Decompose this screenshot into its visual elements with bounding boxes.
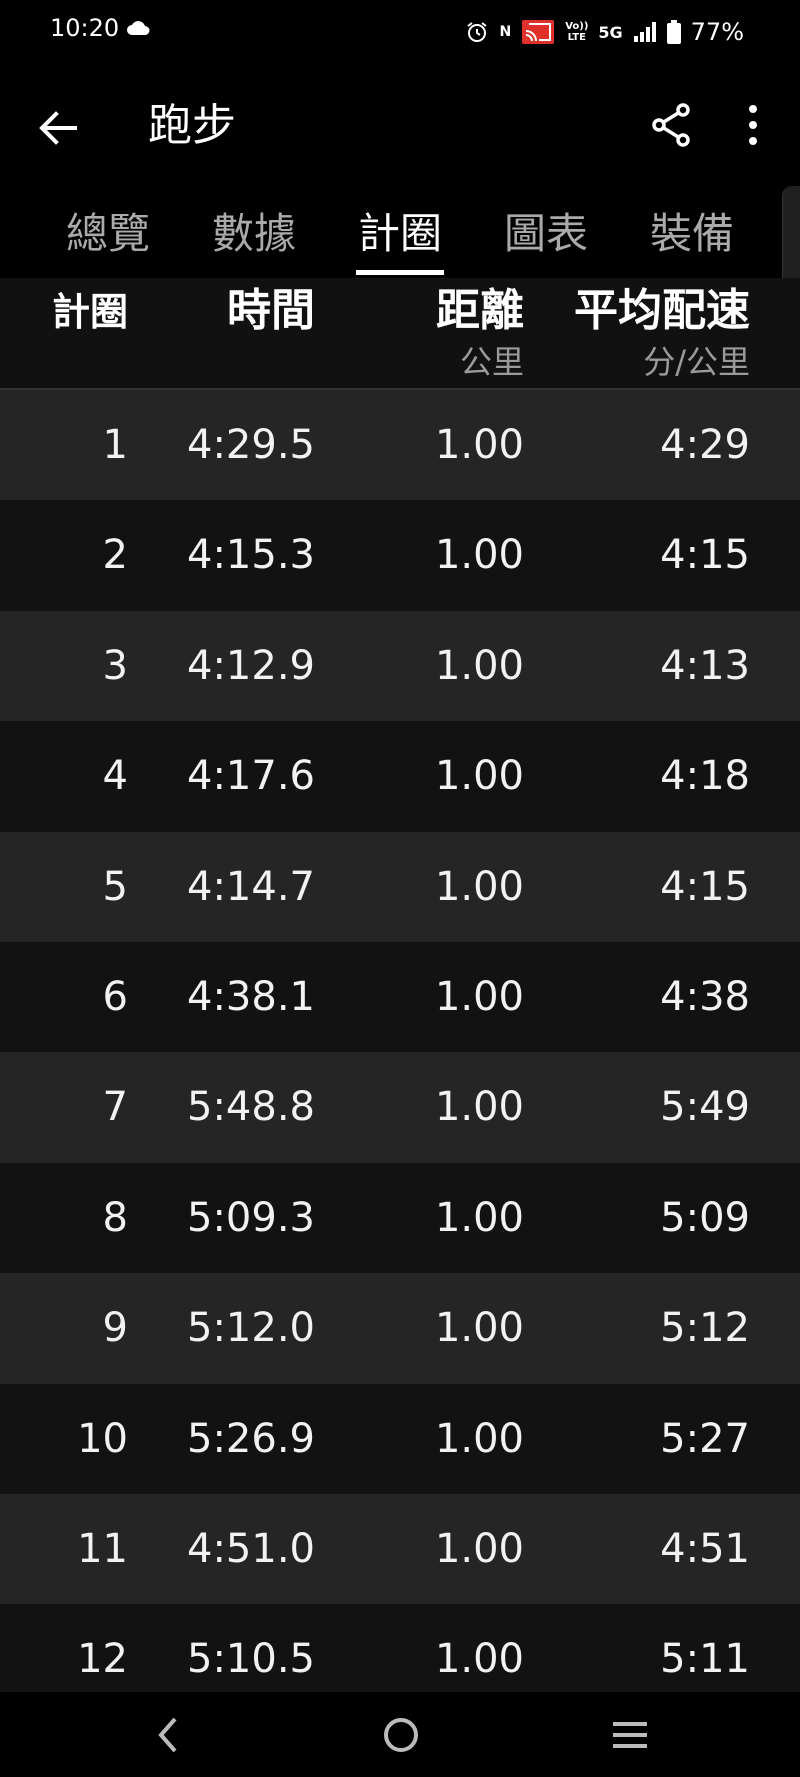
home-circle-icon <box>384 1718 418 1752</box>
tab-overview[interactable]: 總覽 <box>60 204 156 264</box>
alarm-icon <box>465 20 489 44</box>
share-icon <box>652 103 690 147</box>
table-row[interactable]: 6 4:38.1 1.00 4:38 <box>0 941 800 1053</box>
table-row[interactable]: 3 4:12.9 1.00 4:13 <box>0 610 800 722</box>
header-lap[interactable]: 計圈 <box>52 284 128 340</box>
arrow-left-icon <box>39 111 77 145</box>
table-row[interactable]: 10 5:26.9 1.00 5:27 <box>0 1383 800 1494</box>
lap-pace: 4:15 <box>660 532 750 579</box>
cloud-icon <box>126 20 150 40</box>
table-row[interactable]: 7 5:48.8 1.00 5:49 <box>0 1052 800 1163</box>
signal-icon <box>633 21 657 43</box>
table-row[interactable]: 5 4:14.7 1.00 4:15 <box>0 831 800 942</box>
lap-number: 2 <box>102 532 128 579</box>
table-row[interactable]: 2 4:15.3 1.00 4:15 <box>0 500 800 611</box>
app-bar: 跑步 <box>0 66 800 186</box>
system-nav-bar <box>0 1692 800 1777</box>
more-vertical-icon <box>749 105 757 145</box>
share-button[interactable] <box>640 94 702 156</box>
lap-time: 5:26.9 <box>187 1415 315 1462</box>
lap-number: 11 <box>77 1525 128 1572</box>
lap-distance: 1.00 <box>434 1084 524 1131</box>
distance-unit: 公里 <box>459 343 524 381</box>
lap-pace: 5:12 <box>660 1305 750 1352</box>
lap-pace: 4:13 <box>660 642 750 689</box>
back-button[interactable] <box>26 96 90 160</box>
lap-pace: 4:15 <box>660 863 750 910</box>
more-options-button[interactable] <box>728 94 778 156</box>
lap-number: 6 <box>102 973 128 1020</box>
tab-gear[interactable]: 裝備 <box>644 204 740 264</box>
pace-unit: 分/公里 <box>643 343 750 381</box>
lap-distance: 1.00 <box>434 642 524 689</box>
active-tab-indicator <box>356 270 444 275</box>
lap-distance: 1.00 <box>434 422 524 468</box>
lap-time: 5:12.0 <box>187 1305 315 1352</box>
cast-icon <box>521 19 555 45</box>
lap-time: 5:09.3 <box>187 1194 315 1241</box>
chevron-left-icon <box>158 1717 177 1753</box>
volte-icon: Vo)) LTE <box>565 21 588 43</box>
lap-time: 4:38.1 <box>187 973 315 1020</box>
header-avg-pace[interactable]: 平均配速 <box>574 280 750 342</box>
lap-time: 4:12.9 <box>187 642 315 689</box>
status-time: 10:20 <box>50 14 120 42</box>
lap-distance: 1.00 <box>434 1415 524 1462</box>
status-bar: 10:20 N Vo)) LTE 5G 77% <box>0 0 800 66</box>
lap-pace: 5:27 <box>660 1415 750 1462</box>
volte-bottom-label: LTE <box>567 32 586 43</box>
lap-number: 7 <box>102 1084 128 1131</box>
network-type: 5G <box>598 22 623 42</box>
tab-data[interactable]: 數據 <box>206 204 302 264</box>
lap-number: 9 <box>102 1305 128 1352</box>
lap-pace: 5:09 <box>660 1194 750 1241</box>
lap-time: 5:48.8 <box>187 1084 315 1131</box>
page-title: 跑步 <box>148 100 236 151</box>
lap-time: 4:51.0 <box>187 1525 315 1572</box>
battery-icon <box>666 20 681 44</box>
nav-recents-button[interactable] <box>597 1702 663 1768</box>
lap-time: 4:29.5 <box>187 422 315 468</box>
header-time[interactable]: 時間 <box>227 280 315 342</box>
lap-number: 1 <box>102 422 128 468</box>
tab-laps[interactable]: 計圈 <box>352 204 448 264</box>
lap-time: 4:17.6 <box>187 753 315 800</box>
table-row[interactable]: 4 4:17.6 1.00 4:18 <box>0 721 800 832</box>
tab-bar: 總覽 數據 計圈 圖表 裝備 <box>0 186 800 278</box>
lap-pace: 4:51 <box>660 1525 750 1572</box>
lap-number: 10 <box>77 1415 128 1462</box>
table-row[interactable]: 11 4:51.0 1.00 4:51 <box>0 1493 800 1605</box>
header-distance[interactable]: 距離 <box>436 280 524 342</box>
table-row[interactable]: 1 4:29.5 1.00 4:29 <box>0 390 800 501</box>
lap-distance: 1.00 <box>434 532 524 579</box>
lap-time: 4:15.3 <box>187 532 315 579</box>
lap-pace: 5:49 <box>660 1084 750 1131</box>
table-row[interactable]: 9 5:12.0 1.00 5:12 <box>0 1273 800 1384</box>
nav-home-button[interactable] <box>368 1702 434 1768</box>
lap-distance: 1.00 <box>434 863 524 910</box>
lap-distance: 1.00 <box>434 973 524 1020</box>
lap-pace: 4:18 <box>660 753 750 800</box>
laps-table-header: 計圈 時間 距離 平均配速 公里 分/公里 <box>0 278 800 390</box>
battery-level: 77% <box>690 18 744 46</box>
nav-back-button[interactable] <box>135 1702 201 1768</box>
menu-lines-icon <box>613 1722 647 1748</box>
lap-pace: 4:29 <box>660 422 750 468</box>
lap-distance: 1.00 <box>434 1194 524 1241</box>
lap-distance: 1.00 <box>434 1525 524 1572</box>
lap-distance: 1.00 <box>434 753 524 800</box>
tab-charts[interactable]: 圖表 <box>498 204 594 264</box>
laps-table-body: 1 4:29.5 1.00 4:29 2 4:15.3 1.00 4:15 3 … <box>0 390 800 1715</box>
table-row[interactable]: 8 5:09.3 1.00 5:09 <box>0 1162 800 1274</box>
nfc-icon: N <box>499 24 512 40</box>
lap-pace: 4:38 <box>660 973 750 1020</box>
volte-top-label: Vo)) <box>565 21 589 32</box>
lap-number: 4 <box>102 753 128 800</box>
lap-number: 5 <box>102 863 128 910</box>
status-icons: N Vo)) LTE 5G 77% <box>465 12 744 52</box>
lap-time: 4:14.7 <box>187 863 315 910</box>
lap-distance: 1.00 <box>434 1305 524 1352</box>
lap-number: 8 <box>102 1194 128 1241</box>
lap-number: 3 <box>102 642 128 689</box>
